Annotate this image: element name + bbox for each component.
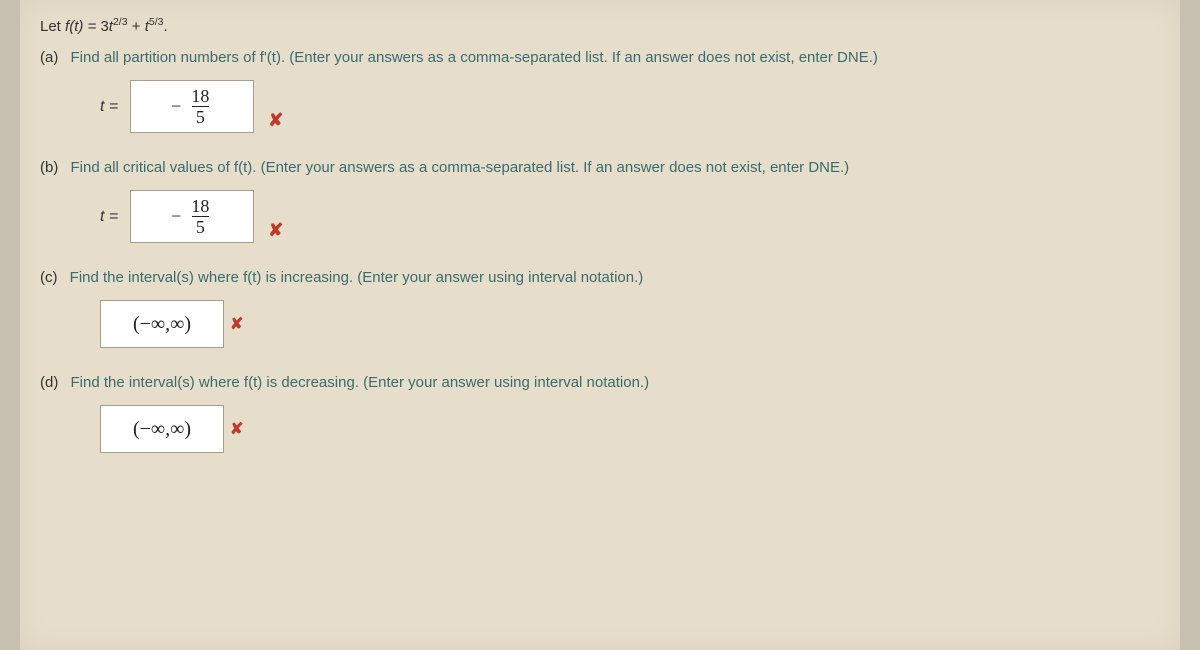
part-d-answer-value: (−∞,∞) xyxy=(133,418,191,441)
part-b-text: Find all critical values of f(t). (Enter… xyxy=(71,159,850,176)
neg-sign: − xyxy=(171,96,181,117)
part-d-label: (d) xyxy=(40,374,58,391)
part-a-prompt: (a) Find all partition numbers of f'(t).… xyxy=(40,49,1160,66)
term2-exp: 5/3 xyxy=(149,16,164,28)
period: . xyxy=(163,18,167,35)
question-page: Let f(t) = 3t2/3 + t5/3. (a) Find all pa… xyxy=(20,0,1180,650)
part-d-answer-row: (−∞,∞) ✘ xyxy=(100,405,243,453)
wrong-icon: ✘ xyxy=(230,419,243,439)
let-text: Let xyxy=(40,18,65,35)
numerator: 18 xyxy=(187,197,213,216)
part-d-text: Find the interval(s) where f(t) is decre… xyxy=(71,374,650,391)
part-b-answer-input[interactable]: − 18 5 xyxy=(130,190,254,243)
numerator: 18 xyxy=(187,87,213,106)
fraction: 18 5 xyxy=(187,197,213,236)
part-c-answer-input[interactable]: (−∞,∞) xyxy=(100,300,224,348)
neg-sign: − xyxy=(171,206,181,227)
part-c-answer-row: (−∞,∞) ✘ xyxy=(100,300,243,348)
part-d-answer-input[interactable]: (−∞,∞) xyxy=(100,405,224,453)
plus-sign: + xyxy=(132,18,145,35)
part-b-label: (b) xyxy=(40,159,58,176)
part-a: (a) Find all partition numbers of f'(t).… xyxy=(40,49,1160,133)
part-d: (d) Find the interval(s) where f(t) is d… xyxy=(40,374,1160,453)
term1-exp: 2/3 xyxy=(113,16,128,28)
part-b-prompt: (b) Find all critical values of f(t). (E… xyxy=(40,159,1160,176)
wrong-icon: ✘ xyxy=(268,110,283,131)
part-a-answer-row: t = − 18 5 ✘ xyxy=(100,80,1160,133)
part-b: (b) Find all critical values of f(t). (E… xyxy=(40,159,1160,243)
term1-coef: 3 xyxy=(100,18,108,35)
wrong-icon: ✘ xyxy=(230,314,243,334)
denominator: 5 xyxy=(192,216,209,236)
part-a-answer-input[interactable]: − 18 5 xyxy=(130,80,254,133)
part-c-prompt: (c) Find the interval(s) where f(t) is i… xyxy=(40,269,1160,286)
part-c: (c) Find the interval(s) where f(t) is i… xyxy=(40,269,1160,348)
part-a-text: Find all partition numbers of f'(t). (En… xyxy=(71,49,878,66)
part-c-label: (c) xyxy=(40,269,58,286)
part-a-label: (a) xyxy=(40,49,58,66)
part-b-answer-row: t = − 18 5 ✘ xyxy=(100,190,1160,243)
part-a-eq-label: t = xyxy=(100,98,118,116)
wrong-icon: ✘ xyxy=(268,220,283,241)
part-b-eq-label: t = xyxy=(100,208,118,226)
part-c-answer-value: (−∞,∞) xyxy=(133,313,191,336)
fraction: 18 5 xyxy=(187,87,213,126)
part-c-text: Find the interval(s) where f(t) is incre… xyxy=(70,269,644,286)
denominator: 5 xyxy=(192,106,209,126)
lhs: f(t) = xyxy=(65,18,100,35)
part-d-prompt: (d) Find the interval(s) where f(t) is d… xyxy=(40,374,1160,391)
function-definition: Let f(t) = 3t2/3 + t5/3. xyxy=(40,16,1160,35)
